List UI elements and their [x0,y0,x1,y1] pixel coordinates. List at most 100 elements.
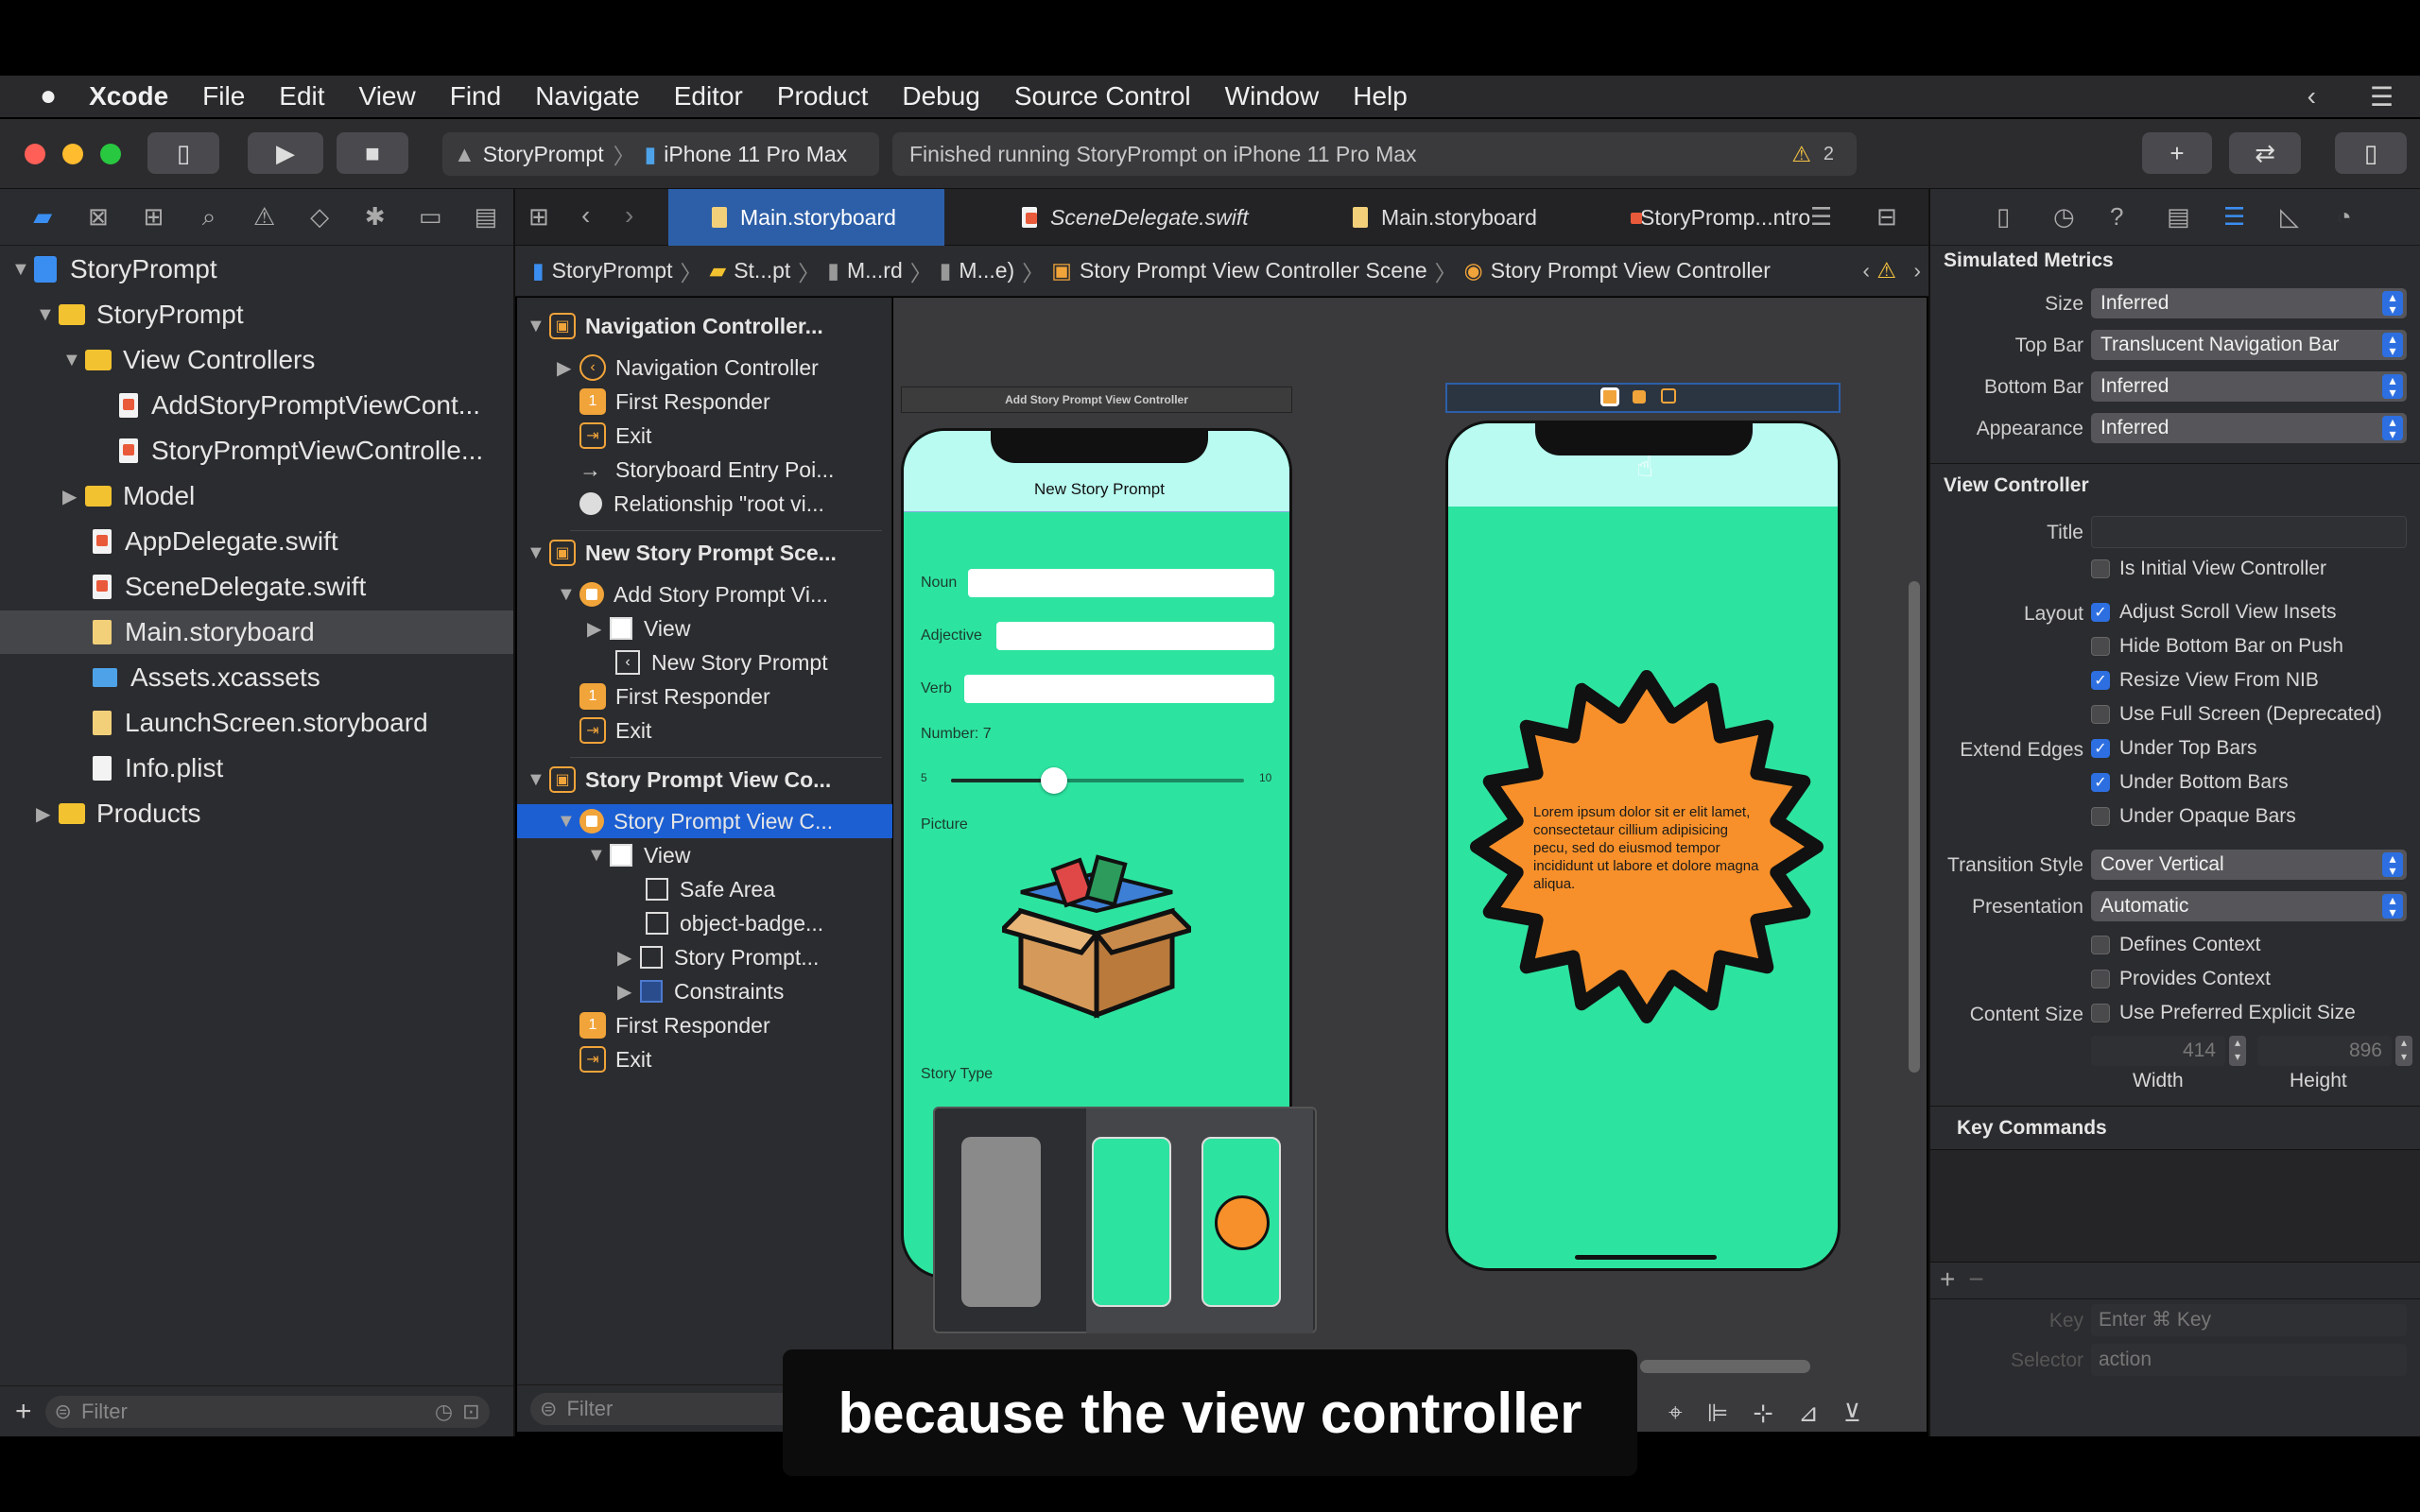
add-library-button[interactable]: + [2142,132,2212,174]
outline-row[interactable]: 1 First Responder [579,385,770,419]
tree-file-launchscreen[interactable]: LaunchScreen.storyboard [93,701,428,745]
hide-bottom-checkbox[interactable] [2091,637,2110,656]
resize-nib-checkbox[interactable]: ✓ [2091,671,2110,690]
search-icon[interactable]: ⌕ [182,202,237,232]
menu-navigate[interactable]: Navigate [535,81,640,112]
debug-icon[interactable]: ✱ [347,202,403,232]
outline-row[interactable]: ▶ Constraints [617,974,784,1008]
menu-product[interactable]: Product [777,81,869,112]
crumb-project[interactable]: StoryPrompt [552,258,673,284]
outline-row[interactable]: → Storyboard Entry Poi... [579,453,834,487]
disclosure-open-icon[interactable]: ▼ [587,845,610,867]
preferred-size-checkbox[interactable] [2091,1004,2110,1022]
outline-row[interactable]: ‹ New Story Prompt [615,645,828,679]
scene-dock[interactable] [1445,383,1841,413]
zoom-window-button[interactable] [100,144,121,164]
disclosure-closed-icon[interactable]: ▶ [617,980,640,1004]
menu-find[interactable]: Find [450,81,501,112]
under-opaque-checkbox[interactable] [2091,807,2110,826]
size-popup[interactable]: Inferred ▴ ▾ [2091,288,2407,318]
disclosure-open-icon[interactable]: ▼ [557,584,579,606]
run-button[interactable]: ▶ [248,132,323,174]
menu-view[interactable]: View [359,81,416,112]
warning-icon[interactable]: ⚠ [1791,142,1811,167]
apple-icon[interactable]: ● [40,80,57,112]
filter-options-icon[interactable]: ⊜ [55,1400,72,1424]
appearance-popup[interactable]: Inferred ▴ ▾ [2091,413,2407,443]
close-window-button[interactable] [25,144,45,164]
verb-field[interactable] [964,675,1274,703]
connections-inspector-icon[interactable]: ◔ [2337,202,2394,232]
presentation-popup[interactable]: Automatic ▴ ▾ [2091,891,2407,921]
issue-icon[interactable]: ⚠ [236,202,292,232]
top-bar-popup[interactable]: Translucent Navigation Bar ▴ ▾ [2091,330,2407,360]
tree-file-assets[interactable]: Assets.xcassets [93,656,320,699]
filter-field[interactable]: ⊜ Filter ◷ ⊡ [44,1395,490,1428]
menu-app[interactable]: Xcode [89,81,168,112]
under-bottom-checkbox[interactable]: ✓ [2091,773,2110,792]
outline-row[interactable]: 1 First Responder [579,679,770,713]
outline-row[interactable]: ▼ ▣ Story Prompt View Co... [527,763,831,797]
add-constraints-icon[interactable]: ⊹ [1753,1399,1773,1428]
menu-source-control[interactable]: Source Control [1014,81,1191,112]
outline-row[interactable]: ⇥ Exit [579,1042,651,1076]
folder-icon[interactable]: ▰ [15,202,71,232]
help-inspector-icon[interactable]: ? [2110,202,2167,232]
source-control-icon[interactable]: ⊠ [71,202,127,232]
outline-row[interactable]: Safe Area [646,872,775,906]
outline-row[interactable]: ▶ Story Prompt... [617,940,819,974]
grid-icon[interactable]: ⊞ [528,202,549,232]
report-icon[interactable]: ▤ [458,202,514,232]
scheme-selector[interactable]: ▲ StoryPrompt 〉 ▮ iPhone 11 Pro Max [442,132,879,176]
outline-row-selected[interactable]: ▼ Story Prompt View C... [517,804,892,838]
is-initial-checkbox[interactable] [2091,559,2110,578]
disclosure-open-icon[interactable]: ▼ [527,769,549,791]
attributes-inspector-icon[interactable]: ☰ [2223,202,2280,232]
first-responder-dock-icon[interactable] [1633,390,1646,404]
sidebar-toggle-button[interactable]: ▯ [147,132,219,174]
tree-group-view-controllers[interactable]: ▼ View Controllers [62,338,315,382]
outline-row[interactable]: ⇥ Exit [579,419,651,453]
forward-arrow-icon[interactable]: › [625,200,633,231]
scene-thumbnail-popover[interactable] [933,1107,1317,1333]
vertical-scrollbar[interactable] [1909,581,1920,1073]
add-key-command-button[interactable]: + [1940,1264,1955,1295]
crumb-file[interactable]: M...rd [847,258,903,284]
bottom-bar-popup[interactable]: Inferred ▴ ▾ [2091,371,2407,402]
filter-options-icon[interactable]: ⊜ [540,1397,557,1421]
exit-dock-icon[interactable] [1661,388,1676,404]
tree-file-appdelegate[interactable]: AppDelegate.swift [93,520,338,563]
outline-row[interactable]: ▶ ‹ Navigation Controller [557,351,819,385]
disclosure-closed-icon[interactable]: ▶ [557,356,579,380]
add-icon[interactable]: + [15,1396,32,1428]
embed-icon[interactable]: ⊻ [1843,1399,1861,1428]
outline-row[interactable]: 1 First Responder [579,1008,770,1042]
tree-group-model[interactable]: ▶ Model [62,474,195,518]
crumb-view-controller[interactable]: Story Prompt View Controller [1491,258,1771,284]
height-stepper[interactable]: ▴ ▾ [2395,1036,2412,1066]
code-review-button[interactable]: ⇄ [2229,132,2301,174]
horizontal-scrollbar[interactable] [1640,1360,1810,1373]
tab-scenedelegate[interactable]: SceneDelegate.swift [978,189,1290,246]
remove-key-command-button[interactable]: − [1968,1264,1983,1295]
test-icon[interactable]: ◇ [292,202,348,232]
full-screen-checkbox[interactable] [2091,705,2110,724]
tree-group-storyprompt[interactable]: ▼ StoryPrompt [36,293,244,336]
identity-inspector-icon[interactable]: ▤ [2167,202,2223,232]
outline-row[interactable]: ▼ View [587,838,690,872]
thumbnail-nav-controller[interactable] [961,1137,1041,1307]
warning-icon[interactable]: ⚠ [1876,258,1896,284]
tab-main-storyboard-active[interactable]: Main.storyboard [668,189,944,246]
scene-title-bar[interactable]: Add Story Prompt View Controller [901,387,1292,413]
recent-icon[interactable]: ◷ [435,1400,453,1424]
width-stepper[interactable]: ▴ ▾ [2229,1036,2246,1066]
menu-debug[interactable]: Debug [902,81,980,112]
stop-button[interactable]: ■ [337,132,408,174]
tree-file-addstoryprompt[interactable]: AddStoryPromptViewCont... [119,384,480,427]
disclosure-closed-icon[interactable]: ▶ [617,946,640,970]
disclosure-open-icon[interactable]: ▼ [11,259,34,281]
provides-context-checkbox[interactable] [2091,970,2110,988]
outline-row[interactable]: Relationship "root vi... [579,487,824,521]
tree-file-storypromptvc[interactable]: StoryPromptViewControlle... [119,429,483,472]
defines-context-checkbox[interactable] [2091,936,2110,954]
